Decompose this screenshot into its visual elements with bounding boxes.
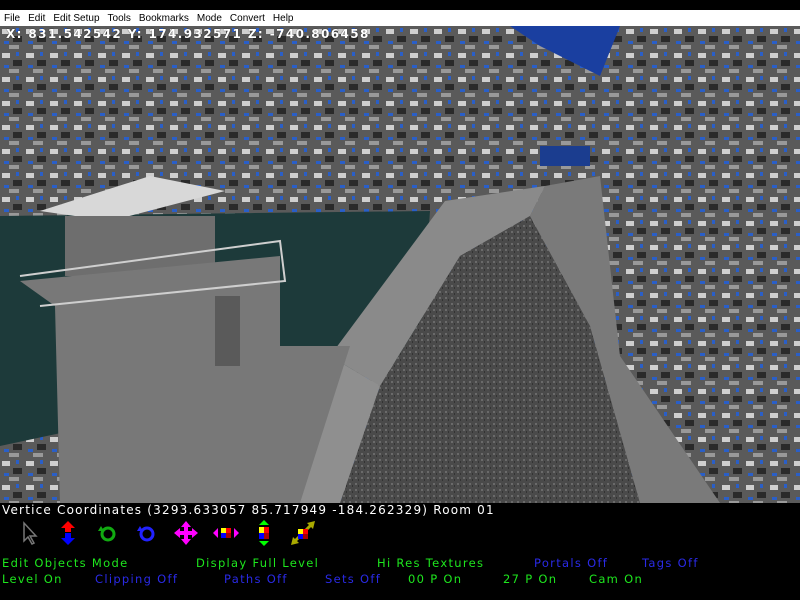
- vertice-coordinates: Vertice Coordinates (3293.633057 85.7179…: [2, 503, 495, 517]
- status-sets[interactable]: Sets Off: [325, 572, 381, 586]
- menu-bookmarks[interactable]: Bookmarks: [135, 13, 193, 24]
- menu-file[interactable]: File: [0, 13, 24, 24]
- status-clipping[interactable]: Clipping Off: [95, 572, 178, 586]
- scale-diagonal-icon[interactable]: [288, 519, 318, 547]
- menu-convert[interactable]: Convert: [226, 13, 269, 24]
- menu-help[interactable]: Help: [269, 13, 298, 24]
- menu-edit[interactable]: Edit: [24, 13, 49, 24]
- rotate-blue-icon[interactable]: [132, 519, 162, 547]
- menu-mode[interactable]: Mode: [193, 13, 226, 24]
- status-display-full-level[interactable]: Display Full Level: [196, 556, 319, 570]
- status-cam[interactable]: Cam On: [589, 572, 643, 586]
- status-edit-objects-mode[interactable]: Edit Objects Mode: [2, 556, 128, 570]
- rotate-green-icon[interactable]: [93, 519, 123, 547]
- camera-coordinates-readout: X: 831.542542 Y: 174.932571 Z: -740.8064…: [6, 27, 370, 41]
- scale-vertical-icon[interactable]: [249, 519, 279, 547]
- status-paths[interactable]: Paths Off: [224, 572, 288, 586]
- status-hi-res-textures[interactable]: Hi Res Textures: [377, 556, 484, 570]
- status-00-p[interactable]: 00 P On: [408, 572, 462, 586]
- menu-bar: File Edit Edit Setup Tools Bookmarks Mod…: [0, 10, 800, 26]
- status-panel: Vertice Coordinates (3293.633057 85.7179…: [0, 503, 800, 600]
- 3d-viewport[interactable]: [0, 26, 800, 503]
- tool-icons: [0, 519, 340, 547]
- status-tags[interactable]: Tags Off: [642, 556, 699, 570]
- title-bar: [0, 0, 800, 10]
- move-all-directions-icon[interactable]: [171, 519, 201, 547]
- status-level[interactable]: Level On: [2, 572, 63, 586]
- scale-horizontal-icon[interactable]: [211, 519, 241, 547]
- move-vertical-icon[interactable]: [53, 519, 83, 547]
- status-portals[interactable]: Portals Off: [534, 556, 608, 570]
- menu-tools[interactable]: Tools: [104, 13, 135, 24]
- status-27-p[interactable]: 27 P On: [503, 572, 557, 586]
- select-arrow-icon[interactable]: [15, 519, 45, 547]
- menu-edit-setup[interactable]: Edit Setup: [49, 13, 103, 24]
